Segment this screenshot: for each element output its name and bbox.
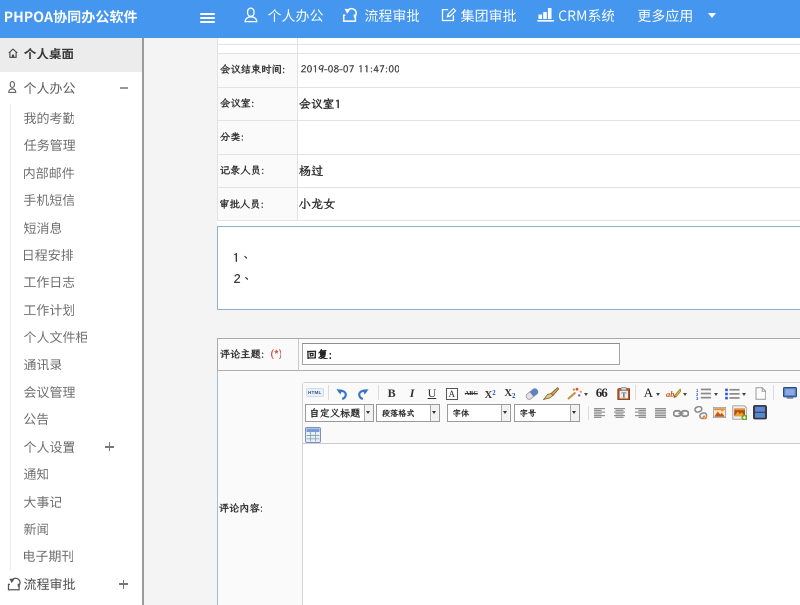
svg-text:T: T — [621, 390, 626, 399]
svg-text:ab: ab — [666, 389, 675, 399]
svg-text:3: 3 — [696, 396, 699, 400]
svg-text:?: ? — [703, 415, 706, 420]
